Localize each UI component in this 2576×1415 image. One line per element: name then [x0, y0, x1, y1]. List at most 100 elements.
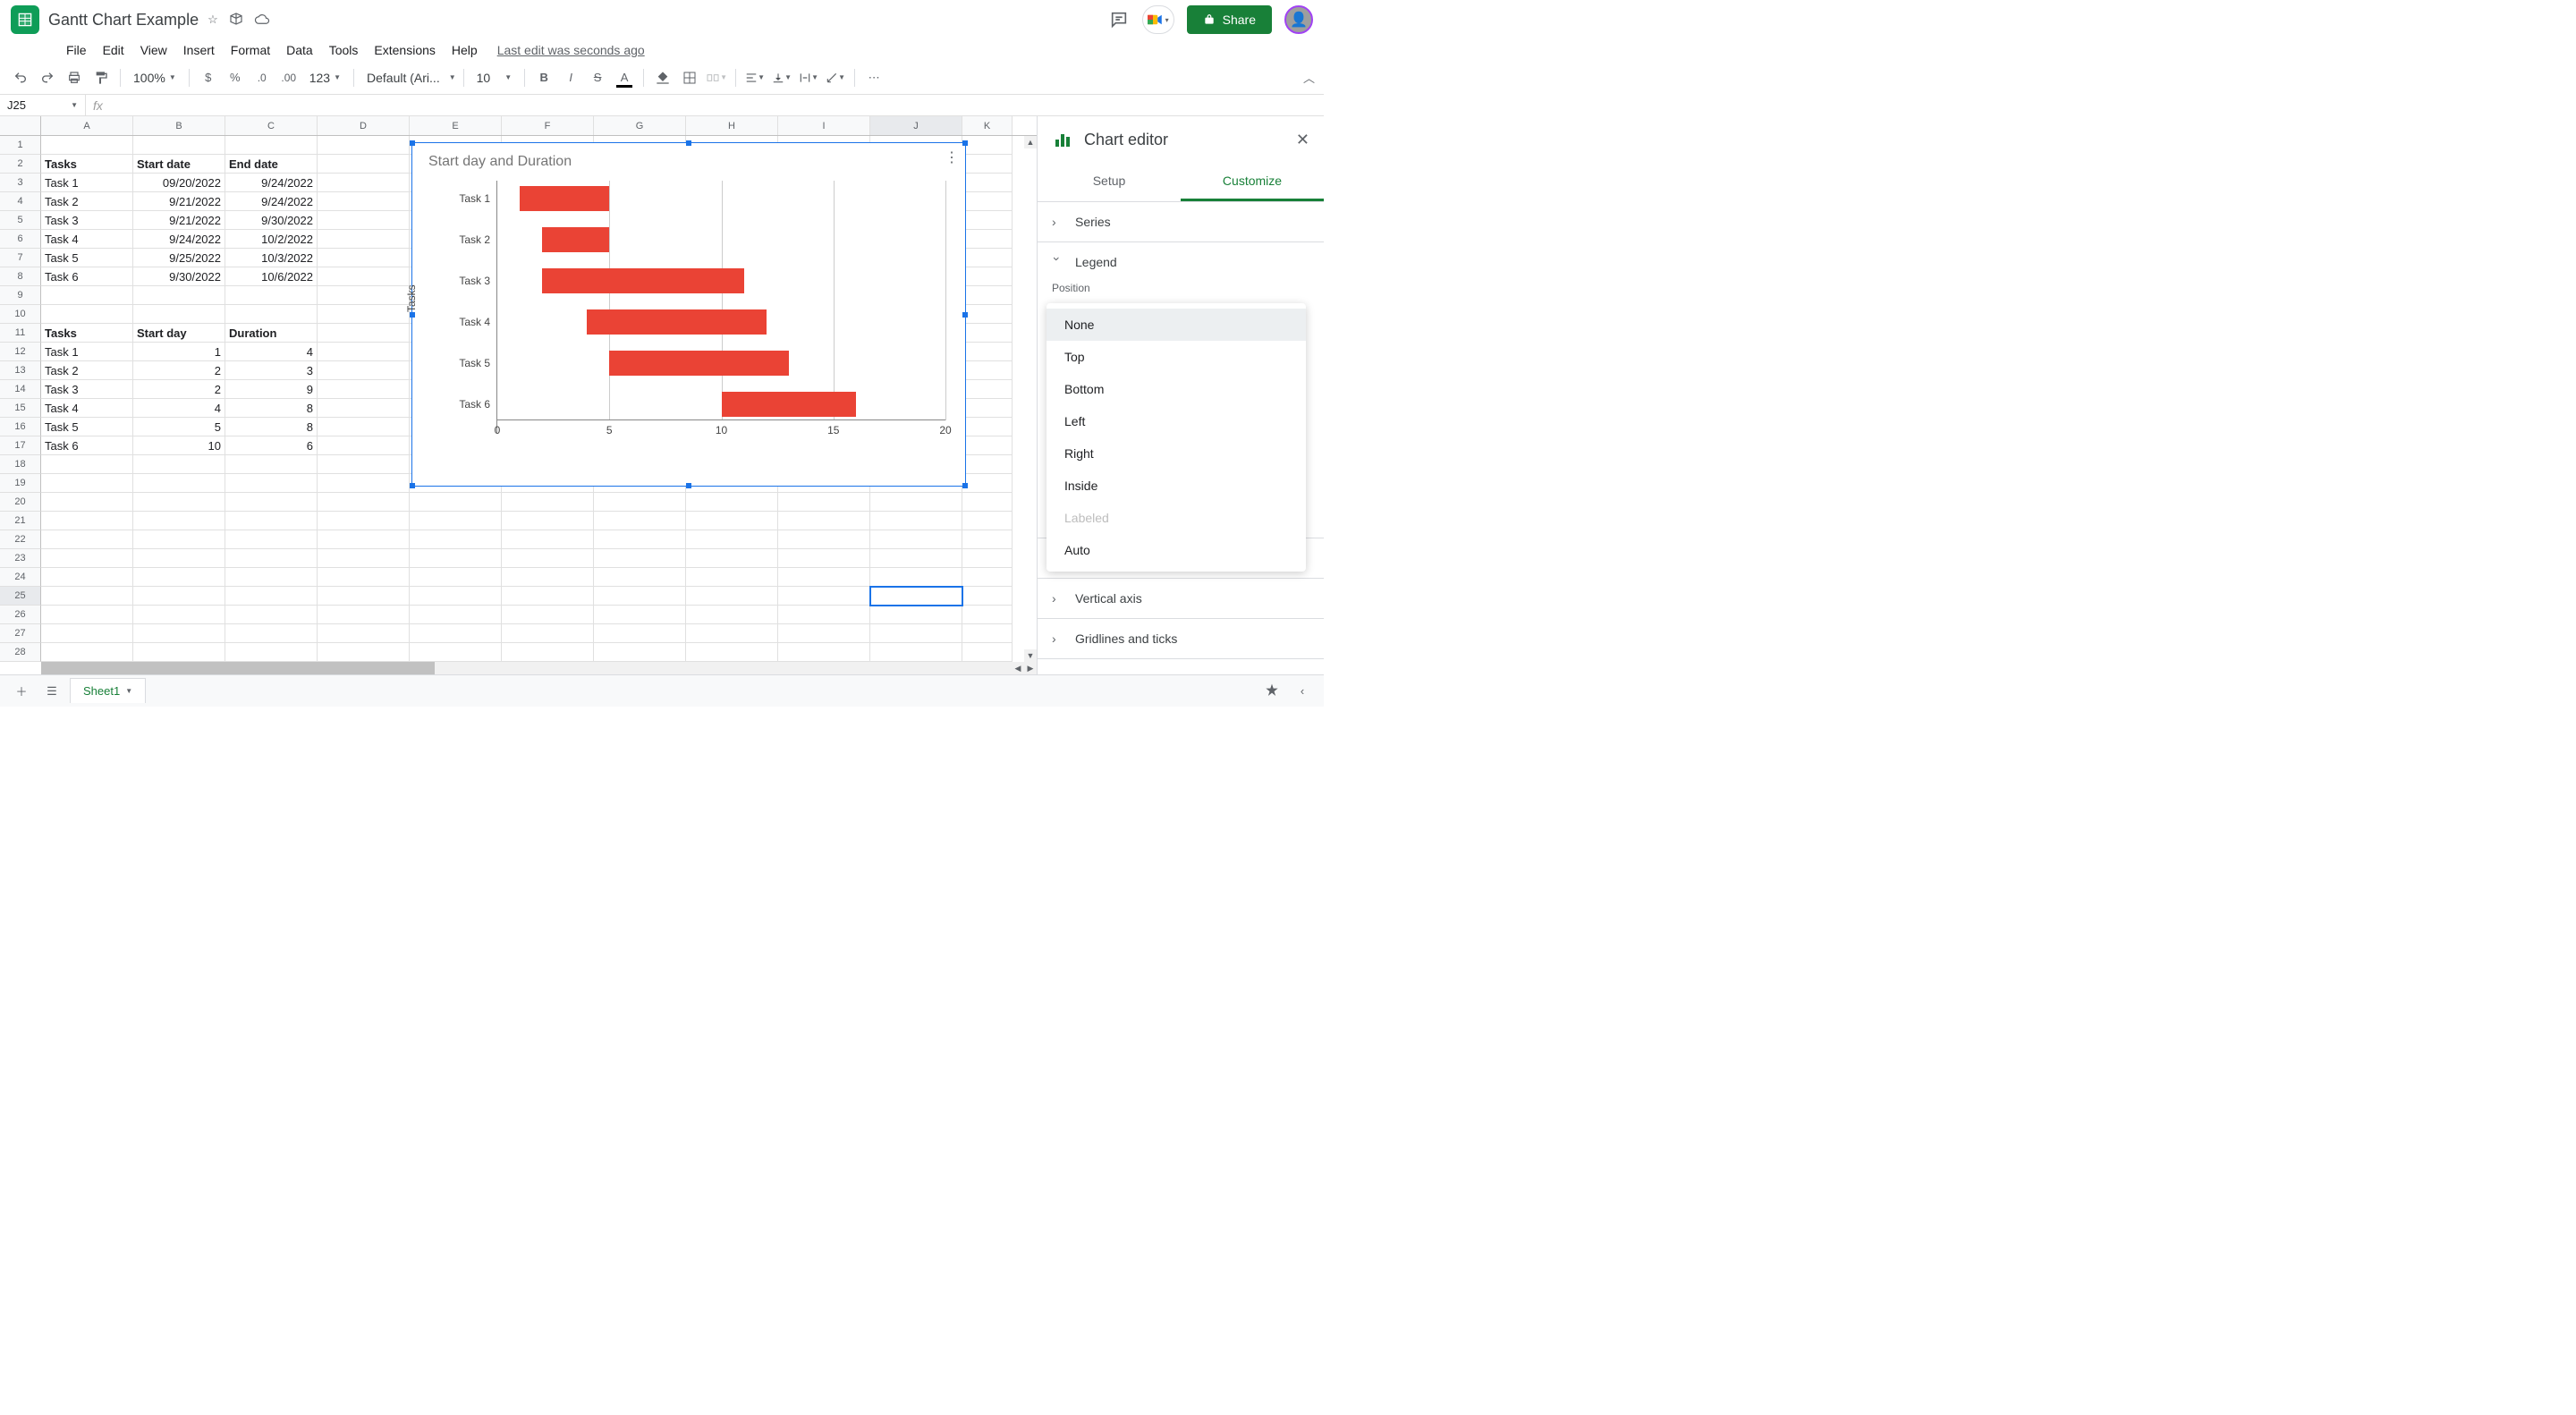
- cell[interactable]: [41, 530, 133, 549]
- cell[interactable]: [318, 587, 410, 606]
- redo-icon[interactable]: [36, 66, 59, 89]
- cell[interactable]: [962, 549, 1013, 568]
- cell[interactable]: [318, 530, 410, 549]
- format-select[interactable]: 123▼: [304, 67, 346, 89]
- cell[interactable]: [318, 343, 410, 361]
- menu-view[interactable]: View: [133, 41, 174, 59]
- dropdown-option[interactable]: Auto: [1046, 534, 1306, 566]
- currency-icon[interactable]: $: [197, 66, 220, 89]
- cell[interactable]: [225, 530, 318, 549]
- cell[interactable]: [133, 512, 225, 530]
- resize-handle[interactable]: [686, 140, 691, 146]
- cell[interactable]: [41, 643, 133, 662]
- cell[interactable]: [962, 624, 1013, 643]
- cell[interactable]: [962, 286, 1013, 305]
- cell[interactable]: [502, 493, 594, 512]
- cell[interactable]: 3: [225, 361, 318, 380]
- cell[interactable]: 9/30/2022: [133, 267, 225, 286]
- cell[interactable]: [133, 493, 225, 512]
- cell[interactable]: [686, 643, 778, 662]
- column-header[interactable]: I: [778, 116, 870, 135]
- cell[interactable]: [318, 136, 410, 155]
- cell[interactable]: [778, 606, 870, 624]
- cell[interactable]: [133, 624, 225, 643]
- cell[interactable]: [41, 568, 133, 587]
- cell[interactable]: 2: [133, 380, 225, 399]
- cell[interactable]: Task 2: [41, 361, 133, 380]
- cell[interactable]: [686, 587, 778, 606]
- cell[interactable]: [870, 624, 962, 643]
- cell[interactable]: [686, 624, 778, 643]
- cell[interactable]: Task 2: [41, 192, 133, 211]
- cell[interactable]: [870, 587, 962, 606]
- name-box[interactable]: J25▼: [0, 95, 86, 115]
- strike-icon[interactable]: S: [586, 66, 609, 89]
- increase-decimal-icon[interactable]: .00: [277, 66, 301, 89]
- cell[interactable]: [318, 211, 410, 230]
- undo-icon[interactable]: [9, 66, 32, 89]
- cell[interactable]: [410, 493, 502, 512]
- cell[interactable]: Start day: [133, 324, 225, 343]
- cell[interactable]: [962, 155, 1013, 174]
- cell[interactable]: [962, 493, 1013, 512]
- cell[interactable]: [318, 549, 410, 568]
- cell[interactable]: [225, 136, 318, 155]
- row-header[interactable]: 21: [0, 512, 41, 530]
- cell[interactable]: [594, 493, 686, 512]
- cell[interactable]: [318, 174, 410, 192]
- cell[interactable]: Task 4: [41, 230, 133, 249]
- cell[interactable]: [686, 530, 778, 549]
- section-vertical-axis[interactable]: ›Vertical axis: [1038, 579, 1324, 618]
- menu-data[interactable]: Data: [279, 41, 320, 59]
- row-header[interactable]: 10: [0, 305, 41, 324]
- cell[interactable]: [318, 155, 410, 174]
- document-title[interactable]: Gantt Chart Example: [48, 11, 199, 30]
- row-header[interactable]: 3: [0, 174, 41, 192]
- cell[interactable]: [318, 361, 410, 380]
- column-header[interactable]: G: [594, 116, 686, 135]
- cell[interactable]: [594, 530, 686, 549]
- cell[interactable]: [410, 606, 502, 624]
- cell[interactable]: [778, 568, 870, 587]
- cell[interactable]: [41, 587, 133, 606]
- cell[interactable]: [133, 568, 225, 587]
- cell[interactable]: [870, 568, 962, 587]
- cell[interactable]: 9/21/2022: [133, 211, 225, 230]
- italic-icon[interactable]: I: [559, 66, 582, 89]
- cell[interactable]: Task 4: [41, 399, 133, 418]
- cell[interactable]: Task 3: [41, 380, 133, 399]
- cell[interactable]: [778, 587, 870, 606]
- cell[interactable]: [870, 549, 962, 568]
- cell[interactable]: Task 6: [41, 436, 133, 455]
- cell[interactable]: 9/24/2022: [225, 174, 318, 192]
- cell[interactable]: [225, 286, 318, 305]
- cell[interactable]: [778, 512, 870, 530]
- column-header[interactable]: E: [410, 116, 502, 135]
- cell[interactable]: 10/3/2022: [225, 249, 318, 267]
- cell[interactable]: [870, 512, 962, 530]
- cell[interactable]: 8: [225, 418, 318, 436]
- cell[interactable]: [133, 286, 225, 305]
- cell[interactable]: [962, 343, 1013, 361]
- cell[interactable]: [962, 136, 1013, 155]
- cell[interactable]: [962, 361, 1013, 380]
- cell[interactable]: [502, 624, 594, 643]
- cell[interactable]: [594, 624, 686, 643]
- cell[interactable]: [778, 493, 870, 512]
- cell[interactable]: [318, 643, 410, 662]
- cell[interactable]: [410, 587, 502, 606]
- cell[interactable]: [318, 606, 410, 624]
- cell[interactable]: [962, 455, 1013, 474]
- account-avatar[interactable]: 👤: [1284, 5, 1313, 34]
- cell[interactable]: [41, 606, 133, 624]
- cloud-status-icon[interactable]: [254, 13, 270, 28]
- cell[interactable]: [962, 568, 1013, 587]
- cell[interactable]: [594, 512, 686, 530]
- tab-customize[interactable]: Customize: [1181, 163, 1324, 201]
- more-icon[interactable]: ⋯: [862, 66, 886, 89]
- row-header[interactable]: 14: [0, 380, 41, 399]
- cell[interactable]: [962, 192, 1013, 211]
- cell[interactable]: [318, 380, 410, 399]
- cell[interactable]: [962, 230, 1013, 249]
- cell[interactable]: 9/24/2022: [133, 230, 225, 249]
